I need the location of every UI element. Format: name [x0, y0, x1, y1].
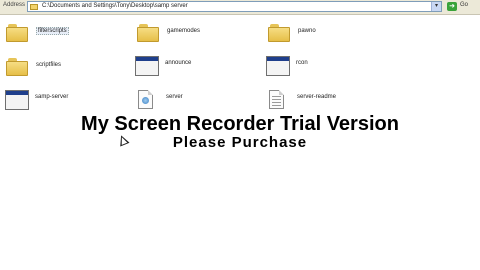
address-bar: Address C:\Documents and Settings\Tony\D…	[0, 0, 480, 15]
item-label: announce	[165, 60, 192, 66]
folder-item-pawno[interactable]: pawno	[268, 24, 388, 48]
folder-icon	[268, 24, 290, 42]
watermark-subtitle: Please Purchase	[172, 134, 308, 151]
folder-item-filterscripts[interactable]: filterscripts	[6, 24, 126, 48]
text-file-icon	[269, 90, 284, 109]
folder-item-gamemodes[interactable]: gamemodes	[137, 24, 257, 48]
go-arrow-icon[interactable]: ➜	[447, 2, 457, 11]
item-label: gamemodes	[167, 28, 201, 34]
application-icon	[266, 56, 290, 76]
file-item-server[interactable]: server	[136, 90, 256, 114]
folder-icon	[30, 4, 38, 10]
item-label: filterscripts	[36, 27, 69, 35]
file-item-server-readme[interactable]: server-readme	[267, 90, 387, 114]
go-button[interactable]: Go	[460, 2, 468, 8]
folder-item-scriptfiles[interactable]: scriptfiles	[6, 58, 126, 82]
address-input[interactable]: C:\Documents and Settings\Tony\Desktop\s…	[27, 1, 442, 12]
app-item-rcon[interactable]: rcon	[266, 56, 386, 80]
item-label: server	[166, 94, 183, 100]
config-file-icon	[138, 90, 153, 109]
app-item-announce[interactable]: announce	[135, 56, 255, 80]
item-label: pawno	[298, 28, 316, 34]
item-label: samp-server	[35, 94, 69, 100]
item-label: scriptfiles	[36, 62, 62, 68]
application-icon	[135, 56, 159, 76]
app-item-samp-server[interactable]: samp-server	[5, 90, 125, 114]
application-icon	[5, 90, 29, 110]
chevron-down-icon[interactable]: ▾	[431, 2, 441, 11]
item-label: server-readme	[297, 94, 337, 100]
folder-icon	[6, 24, 28, 42]
watermark-title: My Screen Recorder Trial Version	[81, 113, 399, 135]
item-label: rcon	[296, 60, 308, 66]
address-path: C:\Documents and Settings\Tony\Desktop\s…	[42, 3, 188, 9]
address-label: Address	[3, 2, 26, 8]
folder-icon	[6, 58, 28, 76]
folder-icon	[137, 24, 159, 42]
